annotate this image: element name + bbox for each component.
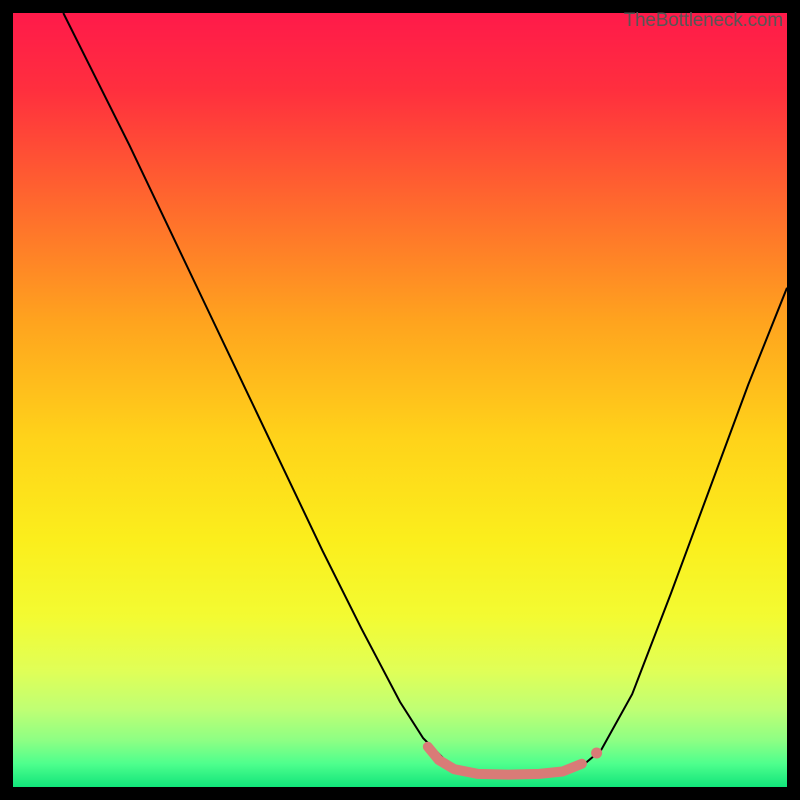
chart-frame: TheBottleneck.com xyxy=(13,13,787,787)
watermark-text: TheBottleneck.com xyxy=(624,10,783,32)
bottom-dot xyxy=(591,747,602,758)
chart-background xyxy=(13,13,787,787)
bottleneck-chart xyxy=(13,13,787,787)
